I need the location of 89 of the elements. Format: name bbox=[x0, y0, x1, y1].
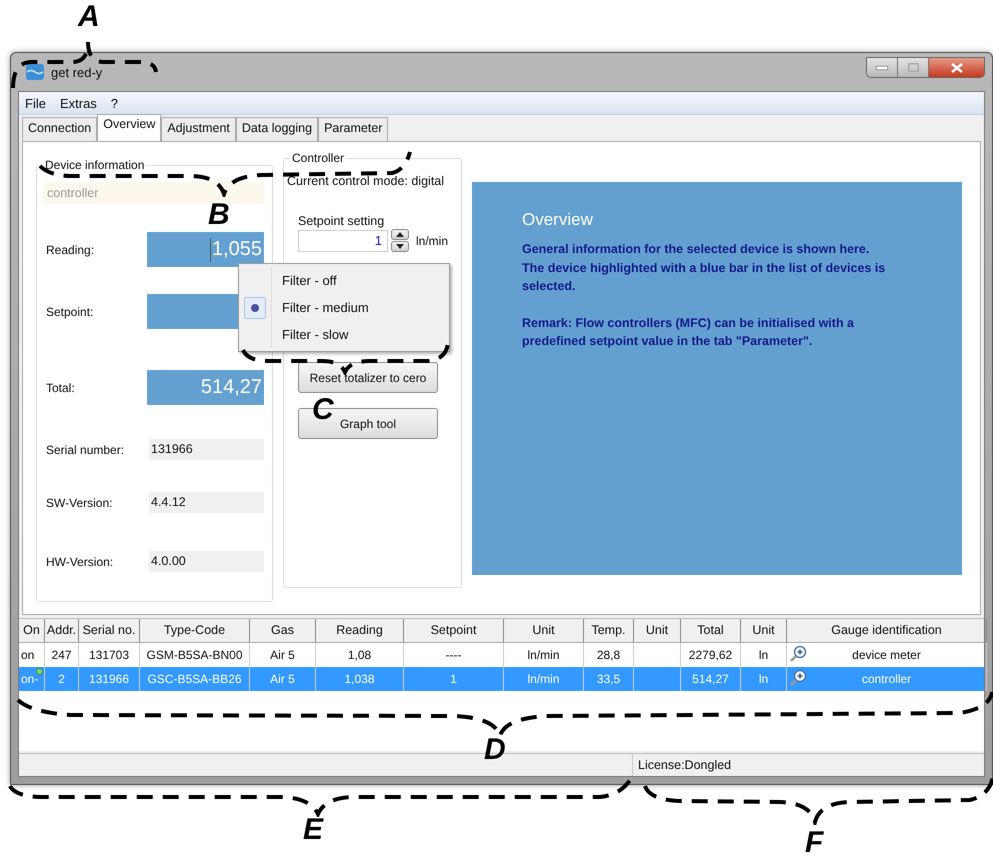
setpoint-input[interactable]: 1 bbox=[298, 230, 388, 252]
column-header[interactable]: On bbox=[19, 619, 45, 642]
annotation-label: E bbox=[303, 815, 324, 845]
action-button[interactable]: Reset totalizer to cero bbox=[298, 362, 438, 393]
table-cell: GSC-B5SA-BB26 bbox=[147, 672, 242, 686]
overview-title: Overview bbox=[522, 210, 594, 230]
value-display: 1,055 bbox=[147, 232, 264, 267]
table-cell: controller bbox=[862, 672, 912, 686]
field-label: Total: bbox=[45, 380, 75, 394]
field-label: Reading: bbox=[45, 242, 94, 256]
column-header[interactable]: Unit bbox=[741, 619, 787, 642]
filter-menu-item[interactable]: Filter - medium bbox=[239, 294, 449, 321]
table-cell: on bbox=[21, 648, 34, 662]
column-header[interactable]: Total bbox=[681, 619, 741, 642]
table-cell: 2279,62 bbox=[688, 648, 732, 662]
table-cell: 1 bbox=[450, 672, 457, 686]
column-header[interactable]: Unit bbox=[504, 619, 584, 642]
filter-menu-item[interactable]: Filter - off bbox=[239, 267, 449, 294]
caret-up-icon bbox=[396, 232, 404, 237]
overview-text: Remark: Flow controllers (MFC) can be initialised with a predefined setpoint value in the tab "Parameter". bbox=[522, 314, 856, 350]
column-header[interactable]: Gauge identification bbox=[787, 619, 987, 642]
unit-label: ln/min bbox=[416, 234, 448, 248]
table-cell: GSM-B5SA-BN00 bbox=[146, 648, 243, 662]
tab[interactable]: Parameter bbox=[318, 117, 388, 141]
close-icon bbox=[950, 62, 962, 72]
table-cell: ln bbox=[758, 672, 768, 686]
tab[interactable]: Adjustment bbox=[161, 117, 236, 141]
minimize-button[interactable] bbox=[867, 58, 898, 77]
tab[interactable]: Overview bbox=[97, 114, 162, 141]
control-mode-text: Current control mode: digital bbox=[287, 174, 446, 188]
annotation-label: F bbox=[805, 828, 824, 858]
table-cell: 33,5 bbox=[596, 672, 620, 686]
tab[interactable]: Connection bbox=[22, 117, 98, 141]
license-status: License:Dongled bbox=[637, 757, 732, 774]
column-header[interactable]: Unit bbox=[634, 619, 681, 642]
zoom-in-icon[interactable] bbox=[790, 645, 807, 662]
zoom-in-icon[interactable] bbox=[790, 669, 807, 686]
value-field: 131966 bbox=[149, 439, 264, 460]
column-header[interactable]: Temp. bbox=[584, 619, 634, 642]
field-label: SW-Version: bbox=[45, 496, 112, 510]
field-label: HW-Version: bbox=[45, 554, 114, 568]
table-cell: 2 bbox=[58, 672, 65, 686]
table-cell: ---- bbox=[446, 648, 462, 662]
tab[interactable]: Data logging bbox=[236, 117, 318, 141]
device-name-field: controller bbox=[43, 182, 264, 204]
table-cell: 1,08 bbox=[348, 648, 372, 662]
table-cell: 131966 bbox=[88, 672, 130, 686]
table-cell: device meter bbox=[852, 648, 921, 662]
overview-text: General information for the selected device is shown here. The device highlighted with a blue bar in the list of devices is selected. bbox=[522, 241, 886, 295]
value-display: 514,27 bbox=[147, 370, 264, 405]
spin-down-button[interactable] bbox=[391, 241, 409, 252]
close-button[interactable] bbox=[929, 58, 984, 77]
minimize-icon bbox=[876, 66, 888, 70]
maximize-icon bbox=[908, 63, 918, 72]
table-cell: 1,038 bbox=[344, 672, 375, 686]
caret-down-icon bbox=[396, 244, 404, 249]
menu-item[interactable]: File bbox=[25, 96, 46, 110]
field-label: Setpoint: bbox=[45, 304, 94, 318]
column-header[interactable]: Setpoint bbox=[404, 619, 504, 642]
app-icon bbox=[26, 64, 44, 80]
column-header[interactable]: Gas bbox=[250, 619, 316, 642]
field-label: Serial number: bbox=[45, 442, 124, 456]
window-title: get red-y bbox=[51, 64, 102, 80]
value-field: 4.4.12 bbox=[149, 492, 264, 513]
group-title: Device information bbox=[43, 158, 146, 172]
table-cell: 28,8 bbox=[596, 648, 620, 662]
column-header[interactable]: Serial no. bbox=[79, 619, 140, 642]
menu-item[interactable]: ? bbox=[110, 96, 118, 110]
value-field: 4.0.00 bbox=[149, 551, 264, 572]
table-cell: 247 bbox=[51, 648, 72, 662]
table-cell: 131703 bbox=[88, 648, 130, 662]
table-cell: Air 5 bbox=[270, 648, 295, 662]
field-label: Setpoint setting bbox=[297, 214, 386, 228]
annotation-label: A bbox=[78, 2, 100, 32]
table-cell: Air 5 bbox=[270, 672, 295, 686]
maximize-button[interactable] bbox=[898, 58, 929, 77]
group-title: Controller bbox=[290, 151, 346, 165]
annotation-label: D bbox=[484, 735, 506, 765]
column-header[interactable]: Type-Code bbox=[140, 619, 250, 642]
table-cell: ln/min bbox=[527, 672, 560, 686]
spin-up-button[interactable] bbox=[391, 229, 409, 240]
filter-menu-item[interactable]: Filter - slow bbox=[239, 321, 449, 348]
column-header[interactable]: Reading bbox=[316, 619, 404, 642]
table-cell: ln bbox=[758, 648, 768, 662]
column-header[interactable]: Addr. bbox=[45, 619, 79, 642]
menu-item[interactable]: Extras bbox=[60, 96, 97, 110]
table-cell: on- bbox=[21, 672, 38, 686]
table-cell: 514,27 bbox=[692, 672, 729, 686]
table-cell: ln/min bbox=[527, 648, 560, 662]
